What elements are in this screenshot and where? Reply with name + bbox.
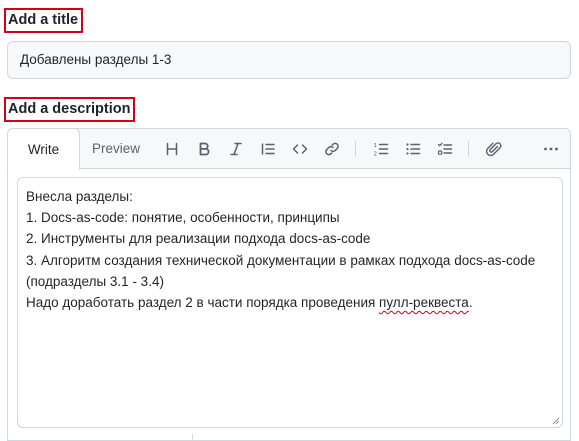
description-line: Надо доработать раздел 2 в части порядка… (26, 292, 554, 313)
editor-toolbar: Write Preview 12 (7, 128, 570, 170)
description-line: 1. Docs-as-code: понятие, особенности, п… (26, 210, 340, 226)
tab-write[interactable]: Write (7, 128, 80, 170)
title-label: Add a title (4, 8, 84, 33)
bold-icon[interactable] (194, 139, 214, 159)
description-text: Надо доработать раздел 2 в части порядка… (26, 295, 380, 311)
task-list-icon[interactable] (435, 139, 455, 159)
quote-icon[interactable] (258, 139, 278, 159)
description-label: Add a description (4, 97, 136, 122)
footer-divider (192, 434, 193, 441)
tab-preview[interactable]: Preview (84, 129, 148, 169)
description-editor: Write Preview 12 Внесла разделы: 1. Docs… (7, 128, 571, 441)
heading-icon[interactable] (162, 139, 182, 159)
description-line: Внесла разделы: (26, 189, 133, 204)
code-icon[interactable] (290, 139, 310, 159)
misspelled-word: пулл-реквеста (379, 295, 469, 311)
svg-text:1: 1 (374, 143, 378, 149)
description-line: 2. Инструменты для реализации подхода do… (26, 231, 371, 247)
attach-icon[interactable] (484, 139, 504, 159)
numbered-list-icon[interactable]: 12 (371, 139, 391, 159)
bulleted-list-icon[interactable] (403, 139, 423, 159)
description-line: (подразделы 3.1 - 3.4) (26, 273, 164, 289)
svg-text:2: 2 (374, 152, 378, 158)
description-line: 3. Алгоритм создания технической докумен… (26, 252, 536, 268)
link-icon[interactable] (322, 139, 342, 159)
resize-grip-icon[interactable] (550, 415, 560, 425)
title-input[interactable]: Добавлены разделы 1-3 (7, 41, 571, 79)
description-textarea[interactable]: Внесла разделы: 1. Docs-as-code: понятие… (17, 177, 563, 428)
toolbar-divider (468, 141, 469, 157)
more-icon[interactable] (541, 139, 561, 159)
toolbar-divider (355, 141, 356, 157)
italic-icon[interactable] (226, 139, 246, 159)
description-text: . (468, 295, 473, 311)
